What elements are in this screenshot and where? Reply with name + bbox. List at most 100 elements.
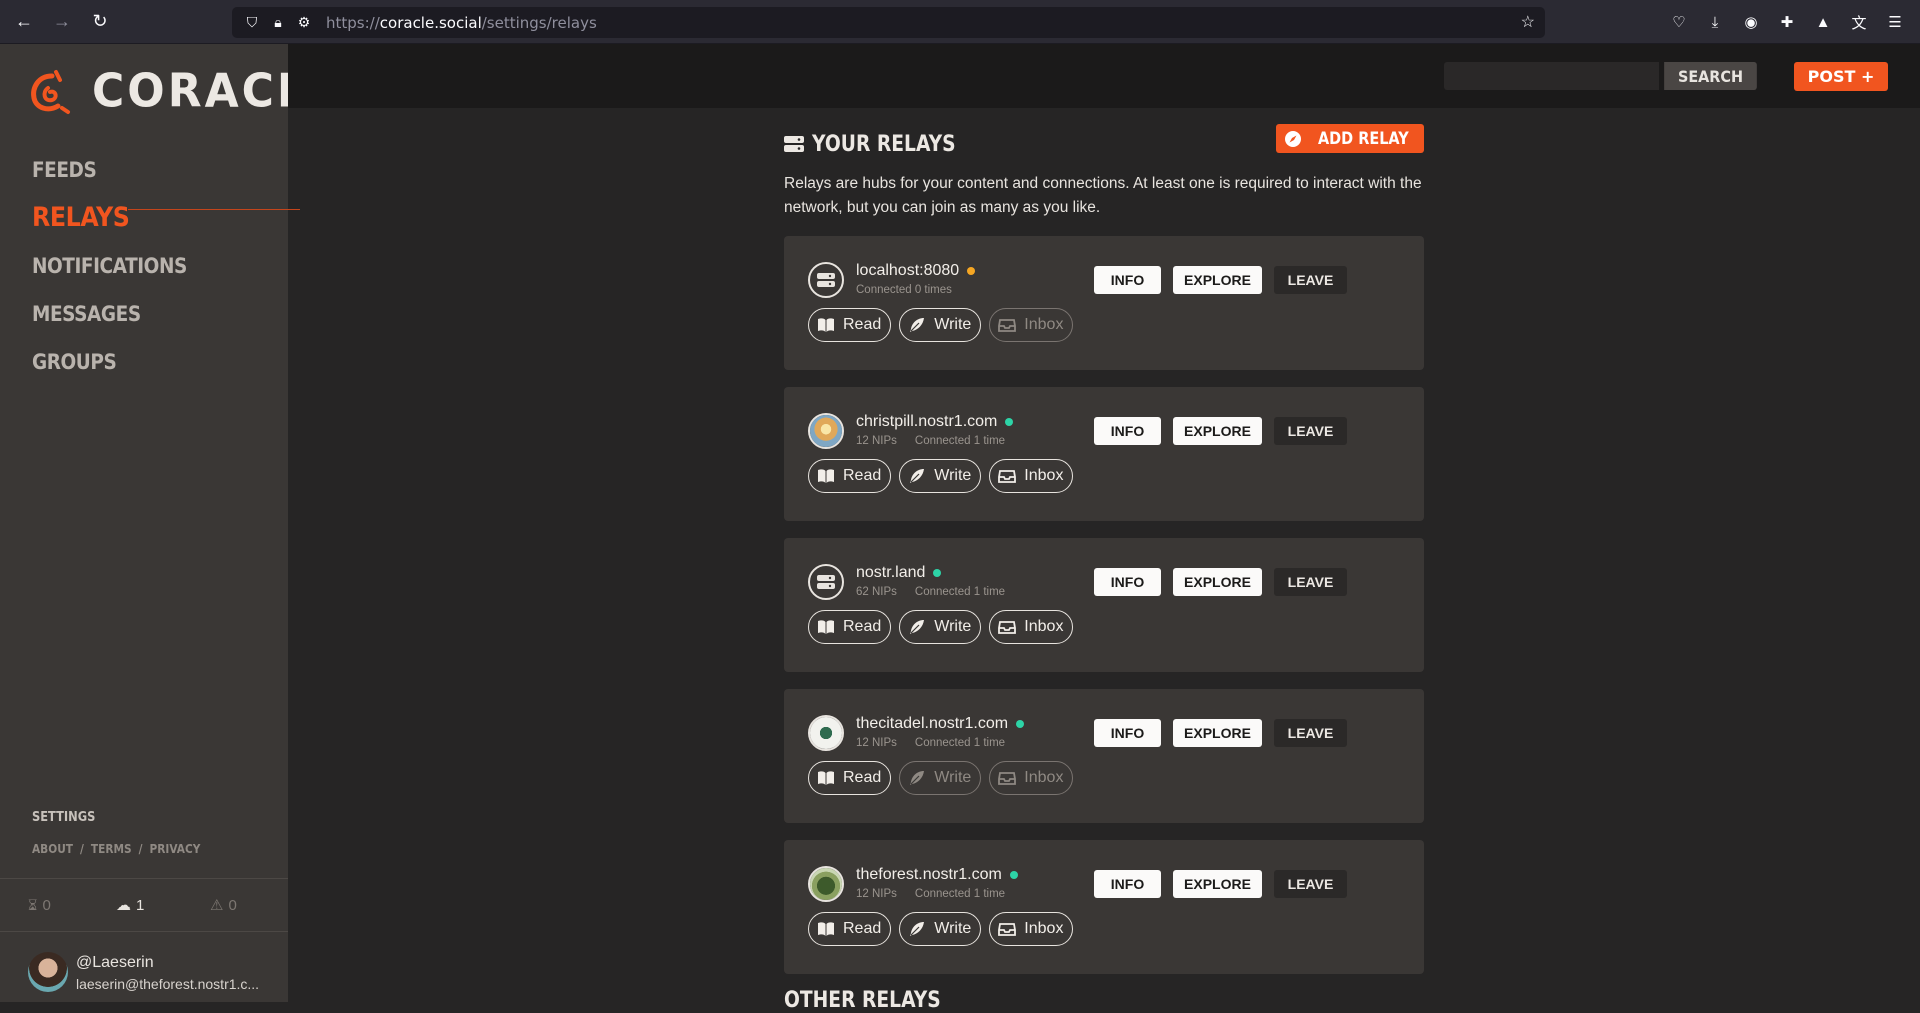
lock-icon[interactable]: 🔒︎ [268,14,288,31]
extensions-icon[interactable]: ✚ [1776,11,1798,33]
account-icon[interactable]: ◉ [1740,11,1762,33]
pocket-icon[interactable]: ♡ [1668,11,1690,33]
inbox-icon [998,470,1017,483]
info-button[interactable]: INFO [1094,568,1161,596]
search-button[interactable]: SEARCH [1664,62,1757,90]
inbox-icon [998,319,1017,332]
relay-name[interactable]: localhost:8080 [856,262,976,280]
inbox-icon [998,923,1017,936]
info-button[interactable]: INFO [1094,719,1161,747]
write-toggle[interactable]: Write [899,459,982,493]
compass-icon [1284,130,1301,147]
sidebar-item-feeds[interactable]: FEEDS [32,146,187,194]
explore-button[interactable]: EXPLORE [1173,870,1262,898]
relay-actions: INFO EXPLORE LEAVE [1094,568,1347,596]
relay-permissions: Read Write Inbox [808,459,1074,493]
book-icon [818,318,834,332]
publish-status-row: ⏳︎ 0 ☁ 1 ⚠ 0 [0,879,288,931]
forward-icon[interactable]: → [48,8,76,36]
add-relay-button[interactable]: ADD RELAY [1276,124,1424,153]
hourglass-icon: ⏳︎ [28,896,38,914]
write-toggle[interactable]: Write [899,761,982,795]
translate-icon[interactable]: 文 [1848,11,1870,33]
sidebar-settings-link[interactable]: SETTINGS [32,810,95,825]
info-button[interactable]: INFO [1094,870,1161,898]
relay-connected: Connected 1 time [914,435,1006,447]
avatar[interactable] [28,952,68,992]
pending-status[interactable]: ⏳︎ 0 [28,897,51,914]
relay-icon[interactable] [808,262,844,298]
leave-button[interactable]: LEAVE [1274,719,1347,747]
relay-actions: INFO EXPLORE LEAVE [1094,417,1347,445]
bookmark-star-icon[interactable]: ☆ [1521,12,1535,32]
relay-permissions: Read Write Inbox [808,308,1074,342]
user-profile[interactable]: @Laeserin laeserin@theforest.nostr1.c... [0,932,288,1002]
relay-actions: INFO EXPLORE LEAVE [1094,870,1347,898]
other-relays-header: OTHER RELAYS [784,988,941,1013]
read-toggle[interactable]: Read [808,761,892,795]
write-toggle[interactable]: Write [899,912,982,946]
leave-button[interactable]: LEAVE [1274,568,1347,596]
read-toggle[interactable]: Read [808,459,892,493]
info-button[interactable]: INFO [1094,417,1161,445]
search-input[interactable] [1444,62,1659,90]
relay-name[interactable]: nostr.land [856,564,942,582]
relay-meta: 12 NIPs Connected 1 time [856,435,1005,447]
inbox-toggle[interactable]: Inbox [989,761,1074,795]
url-text[interactable]: https://coracle.social/settings/relays [326,14,597,32]
privacy-link[interactable]: PRIVACY [150,842,201,856]
relay-card: nostr.land 62 NIPs Connected 1 time Read… [784,538,1424,672]
warning-icon: ⚠ [210,897,224,914]
sidebar-item-relays[interactable]: RELAYS [32,194,187,242]
link-separator: / [138,842,143,856]
feather-icon [910,318,925,332]
write-toggle[interactable]: Write [899,308,982,342]
failed-status[interactable]: ⚠ 0 [210,896,237,915]
relay-permissions: Read Write Inbox [808,761,1074,795]
explore-button[interactable]: EXPLORE [1173,719,1262,747]
active-nav-indicator [128,209,300,210]
relay-name[interactable]: theforest.nostr1.com [856,866,1018,884]
leave-button[interactable]: LEAVE [1274,417,1347,445]
relay-icon[interactable] [808,413,844,449]
relay-meta: 62 NIPs Connected 1 time [856,586,1005,598]
write-toggle[interactable]: Write [899,610,982,644]
inbox-toggle[interactable]: Inbox [989,308,1074,342]
read-toggle[interactable]: Read [808,610,892,644]
menu-icon[interactable]: ☰ [1884,11,1906,33]
url-bar[interactable]: ⛉ 🔒︎ ⚙ https://coracle.social/settings/r… [232,7,1545,38]
book-icon [818,771,834,785]
explore-button[interactable]: EXPLORE [1173,417,1262,445]
read-toggle[interactable]: Read [808,308,892,342]
relay-icon[interactable] [808,866,844,902]
sidebar-item-messages[interactable]: MESSAGES [32,290,187,338]
explore-button[interactable]: EXPLORE [1173,568,1262,596]
relay-icon[interactable] [808,564,844,600]
downloads-icon[interactable]: ⤓ [1704,11,1726,33]
relay-card: christpill.nostr1.com 12 NIPs Connected … [784,387,1424,521]
reload-icon[interactable]: ↻ [86,8,114,36]
terms-link[interactable]: TERMS [91,842,132,856]
about-link[interactable]: ABOUT [32,842,73,856]
inbox-toggle[interactable]: Inbox [989,912,1074,946]
permissions-icon[interactable]: ⚙ [294,14,314,31]
relay-name[interactable]: christpill.nostr1.com [856,413,1014,431]
read-toggle[interactable]: Read [808,912,892,946]
info-button[interactable]: INFO [1094,266,1161,294]
relay-icon[interactable] [808,715,844,751]
back-icon[interactable]: ← [10,8,38,36]
inbox-toggle[interactable]: Inbox [989,610,1074,644]
sidebar-item-groups[interactable]: GROUPS [32,338,187,386]
relay-name[interactable]: thecitadel.nostr1.com [856,715,1025,733]
shield-icon[interactable]: ⛉ [242,14,262,31]
published-status[interactable]: ☁ 1 [116,896,144,915]
inbox-toggle[interactable]: Inbox [989,459,1074,493]
post-button[interactable]: POST + [1794,62,1888,91]
explore-button[interactable]: EXPLORE [1173,266,1262,294]
leave-button[interactable]: LEAVE [1274,266,1347,294]
extension-logo-icon[interactable]: ▲ [1812,11,1834,33]
leave-button[interactable]: LEAVE [1274,870,1347,898]
relay-card: localhost:8080 Connected 0 times Read Wri… [784,236,1424,370]
feather-icon [910,620,925,634]
sidebar-item-notifications[interactable]: NOTIFICATIONS [32,242,187,290]
